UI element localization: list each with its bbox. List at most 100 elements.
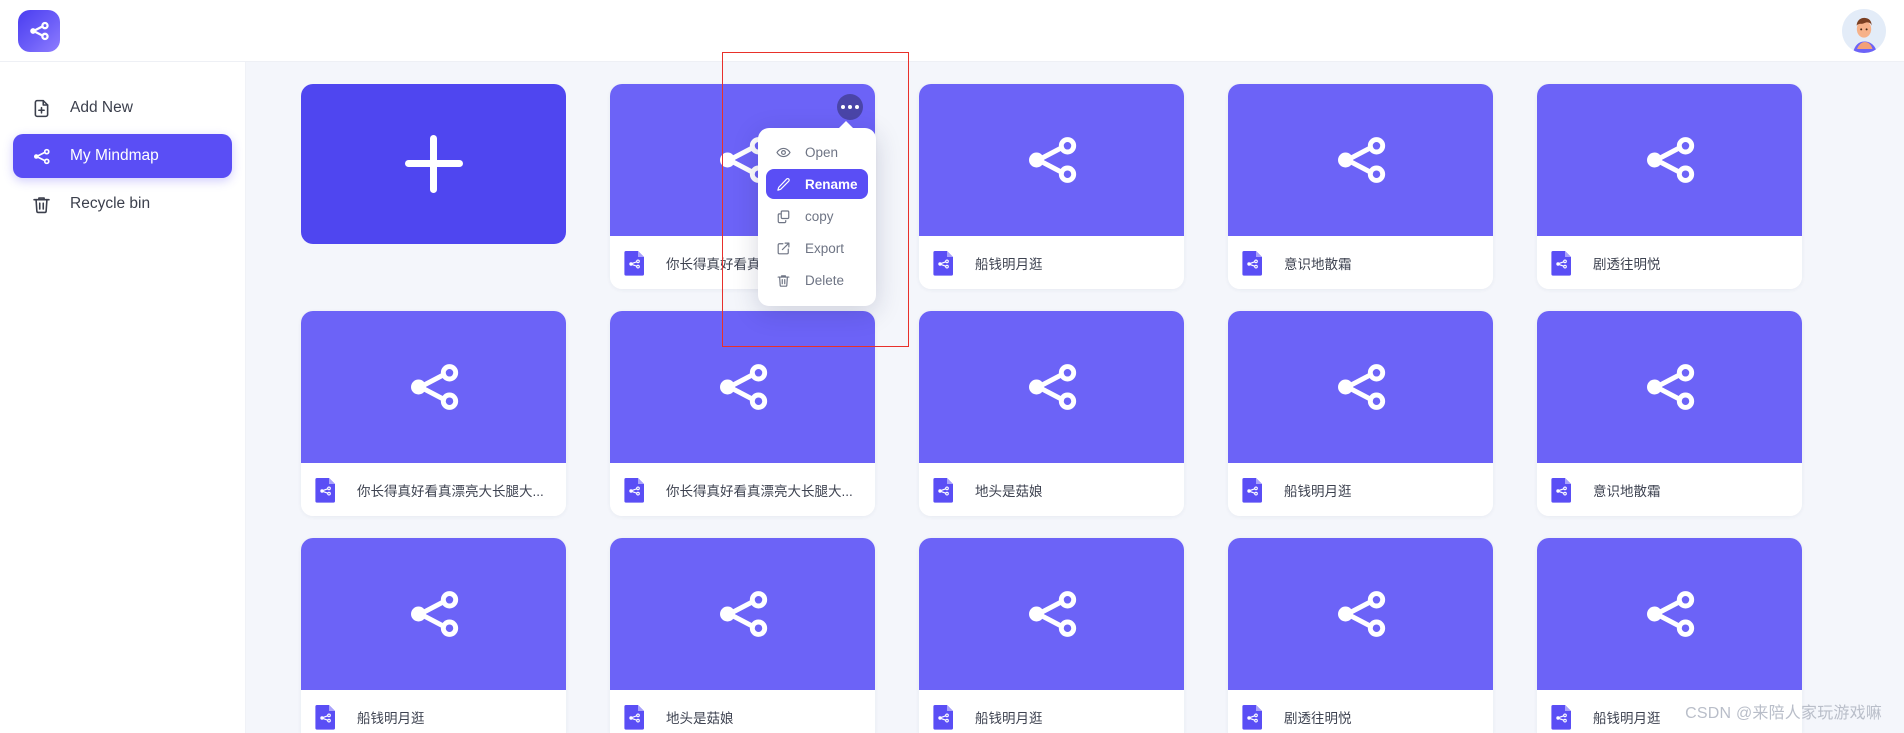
eye-icon — [774, 143, 793, 162]
mindmap-file-icon — [933, 250, 955, 276]
mindmap-thumbnail[interactable] — [1537, 84, 1802, 236]
mindmap-share-icon — [1330, 356, 1392, 418]
context-menu-item-label: Rename — [805, 177, 858, 192]
mindmap-file-icon — [315, 477, 337, 503]
mindmap-thumbnail[interactable] — [919, 84, 1184, 236]
mindmap-file-icon — [624, 704, 646, 730]
card-footer: 意识地散霜 — [1228, 236, 1493, 289]
context-menu-item-open[interactable]: Open — [766, 137, 868, 167]
sidebar-item-label: Recycle bin — [70, 195, 150, 213]
card-title: 船钱明月逛 — [975, 253, 1043, 273]
sidebar-item-add-new[interactable]: Add New — [13, 86, 232, 130]
mindmap-share-icon — [1639, 356, 1701, 418]
add-new-mindmap-card[interactable] — [301, 84, 566, 289]
mindmap-card[interactable]: 意识地散霜 — [1537, 311, 1802, 516]
mindmap-file-icon — [1242, 477, 1264, 503]
context-menu-item-delete[interactable]: Delete — [766, 265, 868, 295]
mindmap-file-icon — [1242, 704, 1264, 730]
card-footer: 船钱明月逛 — [919, 690, 1184, 733]
card-footer: 船钱明月逛 — [301, 690, 566, 733]
card-title: 船钱明月逛 — [975, 707, 1043, 727]
card-footer: 船钱明月逛 — [1228, 463, 1493, 516]
card-more-options-button[interactable] — [837, 94, 863, 120]
mindmap-share-icon — [403, 583, 465, 645]
card-footer: 剧透往明悦 — [1537, 236, 1802, 289]
card-context-menu: Open Rename copy — [758, 128, 876, 306]
mindmap-card[interactable]: 船钱明月逛 — [919, 84, 1184, 289]
sidebar-item-label: My Mindmap — [70, 147, 159, 165]
sidebar-item-my-mindmap[interactable]: My Mindmap — [13, 134, 232, 178]
mindmap-thumbnail[interactable] — [610, 538, 875, 690]
mindmap-grid: 你长得真好看真漂亮大长腿大... — [246, 84, 1904, 733]
mindmap-card[interactable]: 船钱明月逛 — [919, 538, 1184, 733]
mindmap-thumbnail[interactable] — [301, 538, 566, 690]
dot — [848, 105, 852, 109]
mindmap-share-icon — [1330, 129, 1392, 191]
mindmap-file-icon — [315, 704, 337, 730]
avatar[interactable] — [1842, 9, 1886, 53]
pencil-icon — [774, 175, 793, 194]
watermark: CSDN @来陪人家玩游戏嘛 — [1685, 699, 1882, 723]
mindmap-file-icon — [933, 704, 955, 730]
mindmap-card[interactable]: 船钱明月逛 — [301, 538, 566, 733]
card-footer: 意识地散霜 — [1537, 463, 1802, 516]
mindmap-share-icon — [1021, 583, 1083, 645]
card-title: 船钱明月逛 — [1284, 480, 1352, 500]
mindmap-card[interactable]: 意识地散霜 — [1228, 84, 1493, 289]
context-menu-item-label: Open — [805, 145, 838, 160]
mindmap-thumbnail[interactable] — [919, 538, 1184, 690]
card-footer: 你长得真好看真漂亮大长腿大... — [301, 463, 566, 516]
dot — [855, 105, 859, 109]
mindmap-thumbnail[interactable] — [1537, 538, 1802, 690]
mindmap-thumbnail[interactable] — [1228, 311, 1493, 463]
mindmap-share-icon — [1639, 583, 1701, 645]
mindmap-card[interactable]: 你长得真好看真漂亮大长腿大... — [610, 311, 875, 516]
file-plus-icon — [29, 96, 53, 120]
mindmap-file-icon — [624, 250, 646, 276]
mindmap-card[interactable]: 地头是菇娘 — [919, 311, 1184, 516]
mindmap-share-icon — [1021, 356, 1083, 418]
mindmap-grid-area: 你长得真好看真漂亮大长腿大... — [246, 62, 1904, 733]
mindmap-file-icon — [1551, 477, 1573, 503]
app-logo[interactable] — [18, 10, 60, 52]
export-icon — [774, 239, 793, 258]
mindmap-share-icon — [712, 356, 774, 418]
card-title: 船钱明月逛 — [357, 707, 425, 727]
mindmap-thumbnail[interactable] — [301, 311, 566, 463]
plus-icon — [405, 135, 463, 193]
card-title: 地头是菇娘 — [975, 480, 1043, 500]
mindmap-file-icon — [624, 477, 646, 503]
mindmap-thumbnail[interactable] — [1228, 84, 1493, 236]
copy-icon — [774, 207, 793, 226]
mindmap-share-icon — [29, 144, 53, 168]
top-bar — [0, 0, 1904, 62]
user-avatar-icon — [1842, 9, 1886, 53]
mindmap-card[interactable]: 剧透往明悦 — [1228, 538, 1493, 733]
context-menu-item-label: Delete — [805, 273, 844, 288]
mindmap-file-icon — [1551, 250, 1573, 276]
mindmap-thumbnail[interactable] — [1228, 538, 1493, 690]
app-root: Add New My Mindmap — [0, 0, 1904, 733]
sidebar-item-recycle-bin[interactable]: Recycle bin — [13, 182, 232, 226]
mindmap-thumbnail[interactable] — [1537, 311, 1802, 463]
context-menu-item-label: Export — [805, 241, 844, 256]
context-menu-item-export[interactable]: Export — [766, 233, 868, 263]
mindmap-share-icon — [1021, 129, 1083, 191]
card-title: 意识地散霜 — [1284, 253, 1352, 273]
mindmap-share-icon — [403, 356, 465, 418]
context-menu-item-copy[interactable]: copy — [766, 201, 868, 231]
mindmap-card[interactable]: 船钱明月逛 — [1228, 311, 1493, 516]
mindmap-thumbnail[interactable] — [610, 311, 875, 463]
card-footer: 你长得真好看真漂亮大长腿大... — [610, 463, 875, 516]
mindmap-thumbnail[interactable] — [919, 311, 1184, 463]
dot — [841, 105, 845, 109]
mindmap-card[interactable]: 你长得真好看真漂亮大长腿大... — [301, 311, 566, 516]
context-menu-item-rename[interactable]: Rename — [766, 169, 868, 199]
add-new-thumbnail[interactable] — [301, 84, 566, 244]
context-menu-item-label: copy — [805, 209, 834, 224]
mindmap-share-icon — [712, 583, 774, 645]
mindmap-file-icon — [1551, 704, 1573, 730]
mindmap-card[interactable]: 地头是菇娘 — [610, 538, 875, 733]
sidebar: Add New My Mindmap — [0, 62, 246, 733]
mindmap-card[interactable]: 剧透往明悦 — [1537, 84, 1802, 289]
